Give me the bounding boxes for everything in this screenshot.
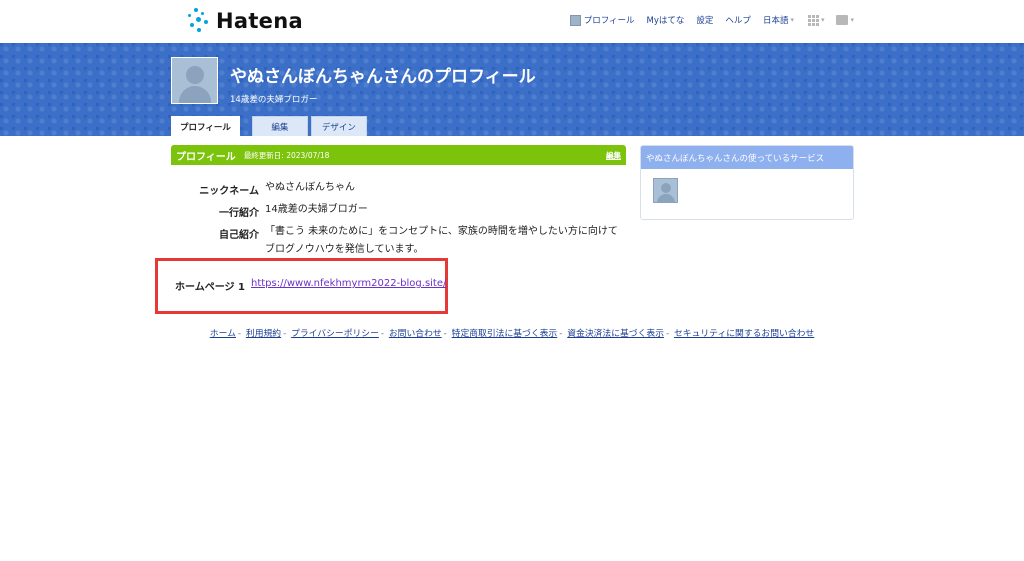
hatena-logo[interactable]: Hatena <box>186 7 303 35</box>
footer-link-home[interactable]: ホーム <box>210 329 236 339</box>
logo-text: Hatena <box>216 9 303 33</box>
homepage-link[interactable]: https://www.nfekhmyrm2022-blog.site/ <box>251 278 446 289</box>
footer-link-contact[interactable]: お問い合わせ <box>389 329 442 339</box>
footer-link-payment[interactable]: 資金決済法に基づく表示 <box>567 329 664 339</box>
nickname-value: やぬさんぼんちゃん <box>265 182 355 193</box>
profile-banner <box>0 43 1024 136</box>
footer-link-security[interactable]: セキュリティに関するお問い合わせ <box>674 329 814 339</box>
bio-line-1: 「書こう 未来のために」をコンセプトに、家族の時間を増やしたい方に向けて <box>265 226 618 237</box>
language-select[interactable]: 日本語 ▾ <box>763 14 794 26</box>
tagline-label: 一行紹介 <box>219 208 259 219</box>
tab-profile[interactable]: プロフィール <box>171 116 240 136</box>
top-nav: プロフィール Myはてな 設定 ヘルプ 日本語 ▾ ▾ ▾ <box>558 14 854 26</box>
profile-subtitle: 14歳差の夫婦ブロガー <box>230 95 318 105</box>
last-updated: 最終更新日: 2023/07/18 <box>243 150 330 160</box>
profile-avatar[interactable] <box>171 57 218 104</box>
chevron-down-icon: ▾ <box>850 16 854 24</box>
chevron-down-icon: ▾ <box>790 16 794 24</box>
edit-profile-link[interactable]: 編集 <box>606 150 621 161</box>
homepage-label: ホームページ 1 <box>175 282 245 293</box>
footer-link-commerce[interactable]: 特定商取引法に基づく表示 <box>452 329 558 339</box>
footer-link-privacy[interactable]: プライバシーポリシー <box>291 329 379 339</box>
footer-link-terms[interactable]: 利用規約 <box>246 329 281 339</box>
bio-label: 自己紹介 <box>219 230 259 241</box>
section-title: プロフィール <box>176 151 236 163</box>
message-icon <box>836 15 849 25</box>
tagline-value: 14歳差の夫婦ブロガー <box>265 204 368 215</box>
nav-help-link[interactable]: ヘルプ <box>725 14 751 26</box>
chevron-down-icon: ▾ <box>820 16 825 24</box>
services-title: やぬさんぼんちゃんさんの使っているサービス <box>641 146 853 169</box>
language-label: 日本語 <box>762 16 789 26</box>
profile-tabs: プロフィール 編集 デザイン <box>171 116 370 136</box>
notifications-button[interactable]: ▾ <box>836 15 854 25</box>
service-avatar[interactable] <box>653 178 678 203</box>
user-avatar-icon <box>569 14 581 26</box>
nav-settings-link[interactable]: 設定 <box>696 14 713 26</box>
apps-grid-icon <box>807 14 819 26</box>
services-box: やぬさんぼんちゃんさんの使っているサービス <box>640 145 854 220</box>
profile-title: やぬさんぼんちゃんさんのプロフィール <box>230 67 536 87</box>
tab-design[interactable]: デザイン <box>310 116 367 136</box>
nickname-label: ニックネーム <box>199 186 259 197</box>
tab-edit[interactable]: 編集 <box>251 116 308 136</box>
profile-section-header: プロフィール 最終更新日: 2023/07/18 編集 <box>171 145 626 165</box>
hatena-logo-icon <box>186 8 210 34</box>
nav-profile-label: プロフィール <box>583 16 635 26</box>
footer: ホーム - 利用規約 - プライバシーポリシー - お問い合わせ - 特定商取引法に基づ… <box>209 329 815 339</box>
nav-my-hatena-link[interactable]: Myはてな <box>647 14 685 26</box>
top-bar: Hatena プロフィール Myはてな 設定 ヘルプ 日本語 ▾ ▾ ▾ <box>0 0 1024 43</box>
apps-menu-button[interactable]: ▾ <box>807 14 825 26</box>
nav-profile-link[interactable]: プロフィール <box>569 14 635 26</box>
bio-line-2: ブログノウハウを発信しています。 <box>265 244 424 255</box>
